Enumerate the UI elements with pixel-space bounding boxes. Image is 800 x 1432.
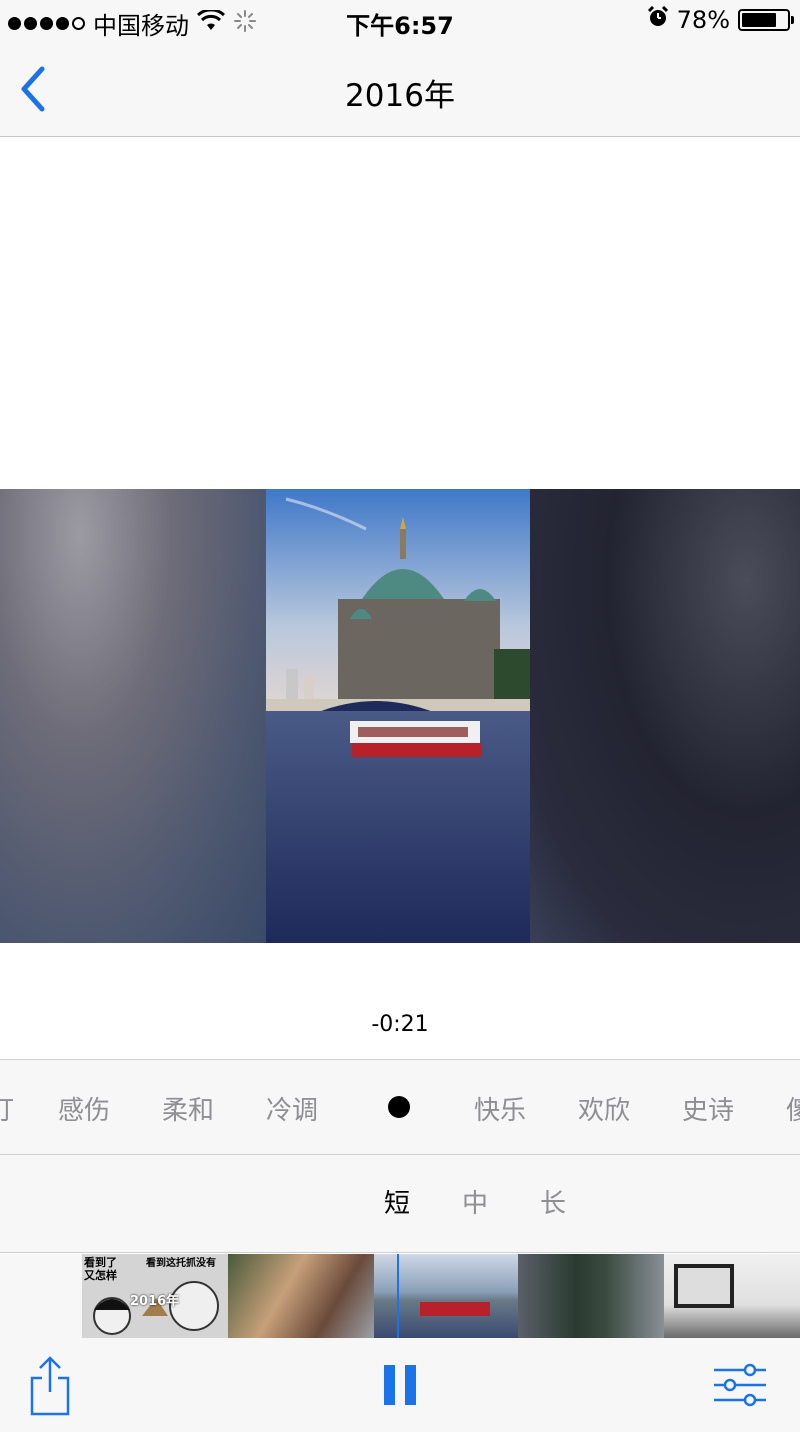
- mood-option[interactable]: 感伤: [58, 1090, 110, 1127]
- timeline-thumb: [228, 1254, 374, 1338]
- navigation-bar: 2016年: [0, 42, 800, 137]
- mood-option[interactable]: 欢欣: [578, 1090, 630, 1127]
- playhead[interactable]: [397, 1254, 399, 1338]
- blurred-background-right: [530, 489, 800, 943]
- mood-option[interactable]: 叮: [0, 1090, 14, 1127]
- duration-long[interactable]: 长: [540, 1183, 566, 1220]
- mood-option[interactable]: 快乐: [474, 1090, 526, 1127]
- edit-settings-button[interactable]: [708, 1360, 772, 1410]
- blurred-background-left: [0, 489, 266, 943]
- pause-icon: [384, 1365, 416, 1405]
- timeline-thumb: [664, 1254, 800, 1338]
- timeline-thumb-title: 看到了 又怎样 看到这托抓没有 2016年: [82, 1254, 228, 1338]
- alarm-icon: [647, 5, 669, 34]
- status-bar: 中国移动 下午6:57 78%: [0, 0, 800, 42]
- mood-option[interactable]: 柔和: [162, 1090, 214, 1127]
- mood-option[interactable]: 傻: [786, 1090, 800, 1127]
- pause-button[interactable]: [372, 1356, 428, 1414]
- sliders-icon: [714, 1363, 766, 1407]
- preview-photo: [266, 489, 530, 943]
- status-right: 78%: [647, 5, 794, 34]
- mood-selector: 叮 感伤 柔和 冷调 快乐 欢欣 史诗 傻: [0, 1059, 800, 1155]
- time-remaining: -0:21: [371, 1012, 429, 1037]
- memory-movie-screen: 中国移动 下午6:57 78% 2016年 -0:21 感伤 柔和 冷调 快乐 …: [0, 0, 800, 1432]
- duration-short[interactable]: 短: [384, 1183, 410, 1220]
- duration-selector: 短 中 长: [0, 1155, 800, 1253]
- meme-caption: 又怎样: [84, 1269, 117, 1282]
- share-button[interactable]: [24, 1350, 76, 1420]
- meme-caption: 看到这托抓没有: [146, 1258, 216, 1269]
- timeline-thumb: [518, 1254, 664, 1338]
- mood-option-selected[interactable]: [388, 1096, 410, 1118]
- battery-percent: 78%: [676, 6, 730, 34]
- share-icon: [30, 1356, 70, 1416]
- timeline-scrubber[interactable]: 看到了 又怎样 看到这托抓没有 2016年: [0, 1254, 800, 1338]
- title-card-label: 2016年: [130, 1294, 180, 1309]
- mood-option[interactable]: 史诗: [682, 1090, 734, 1127]
- bottom-toolbar: [0, 1338, 800, 1432]
- timeline-thumb: [374, 1254, 518, 1338]
- video-preview[interactable]: [0, 489, 800, 943]
- battery-icon: [738, 9, 794, 31]
- page-title: 2016年: [345, 78, 455, 114]
- mood-option[interactable]: 冷调: [266, 1090, 318, 1127]
- duration-medium[interactable]: 中: [462, 1183, 488, 1220]
